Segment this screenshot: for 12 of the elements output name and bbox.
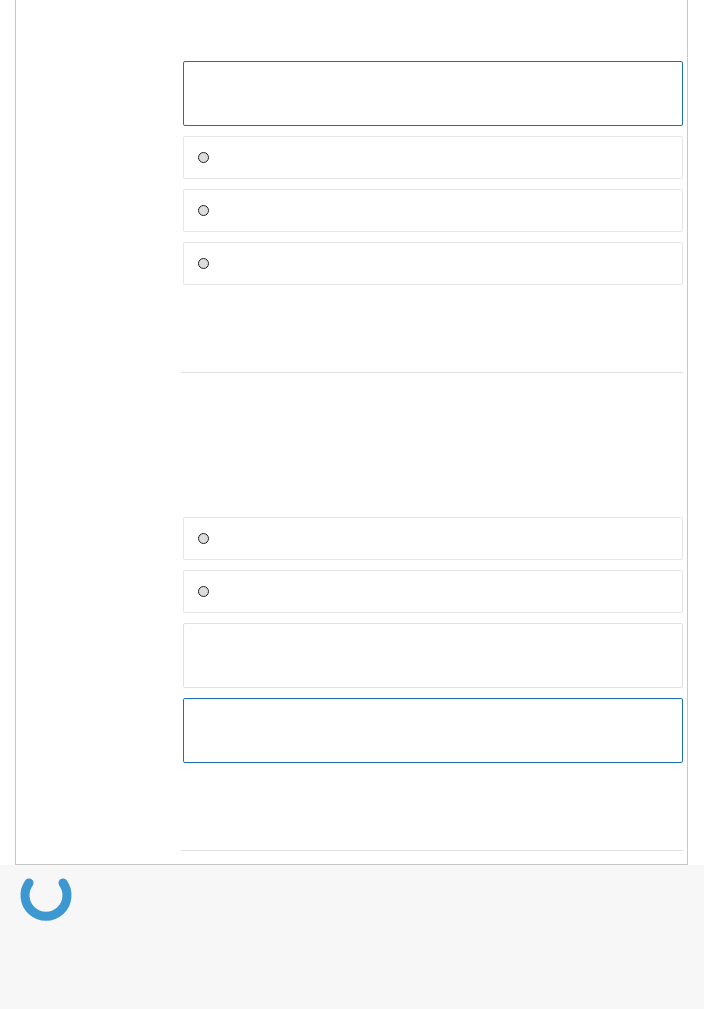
answer-box[interactable] (183, 698, 683, 763)
radio-button[interactable] (198, 257, 209, 269)
answer-box[interactable] (183, 61, 683, 126)
radio-button[interactable] (198, 585, 209, 597)
radio-button[interactable] (198, 532, 209, 544)
radio-option[interactable] (183, 517, 683, 560)
radio-option[interactable] (183, 136, 683, 179)
radio-option[interactable] (183, 189, 683, 232)
radio-option[interactable] (183, 242, 683, 285)
radio-option[interactable] (183, 570, 683, 613)
radio-button[interactable] (198, 204, 209, 216)
radio-button[interactable] (198, 151, 209, 163)
